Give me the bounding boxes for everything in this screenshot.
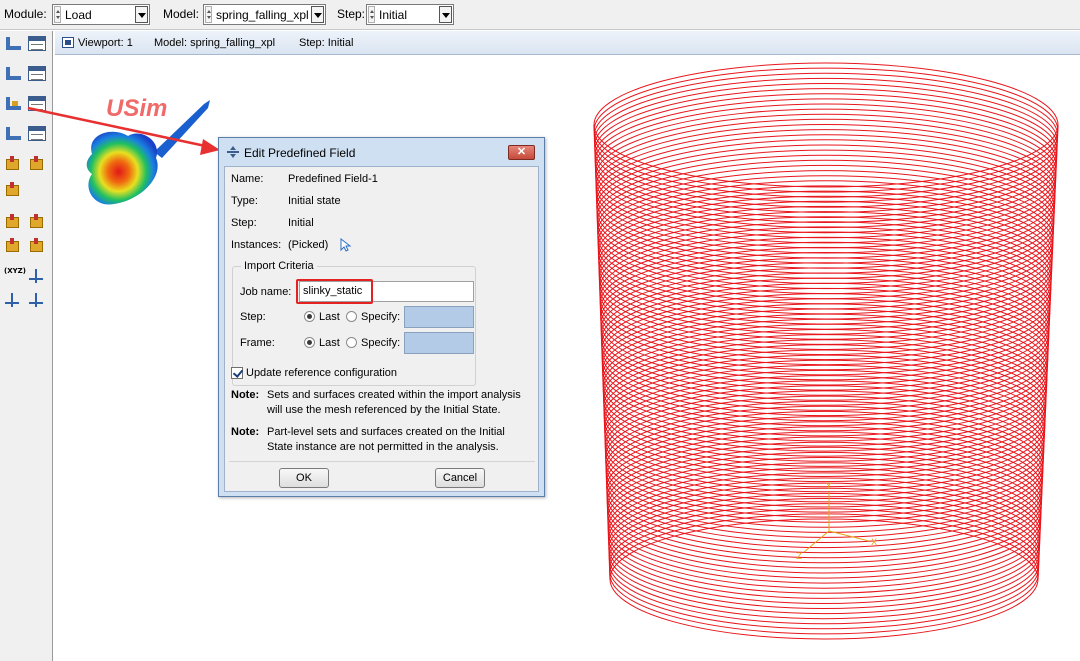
note1-line1: Sets and surfaces created within the imp…: [267, 389, 521, 401]
close-button[interactable]: ✕: [508, 145, 535, 160]
step-last-radio[interactable]: [304, 311, 315, 322]
update-reference-checkbox[interactable]: [231, 367, 243, 379]
instances-value: (Picked): [288, 239, 329, 251]
step-label: Step:: [231, 217, 257, 229]
import-step-label: Step:: [240, 311, 266, 323]
note-label: Note:: [231, 426, 260, 438]
frame-last-label: Last: [319, 337, 340, 349]
pick-cursor-icon[interactable]: [340, 238, 352, 252]
step-specify-radio[interactable]: [346, 311, 357, 322]
highlight-box: [296, 279, 373, 304]
note-label: Note:: [231, 389, 260, 401]
update-reference-label: Update reference configuration: [246, 367, 398, 379]
note2-line2: State instance are not permitted in the …: [267, 441, 499, 453]
edit-predefined-field-dialog: Edit Predefined Field ✕ Name: Predefined…: [218, 137, 545, 497]
dialog-body: Name: Predefined Field-1 Type: Initial s…: [224, 166, 539, 492]
predefined-field-icon: [227, 146, 239, 158]
instances-label: Instances:: [231, 239, 282, 251]
note2-line1: Part-level sets and surfaces created on …: [267, 426, 505, 438]
cancel-button[interactable]: Cancel: [435, 468, 485, 488]
type-label: Type:: [231, 195, 258, 207]
frame-specify-label: Specify:: [361, 337, 401, 349]
import-criteria-title: Import Criteria: [241, 260, 317, 272]
note1-line2: will use the mesh referenced by the Init…: [267, 404, 501, 416]
step-specify-label: Specify:: [361, 311, 401, 323]
name-value: Predefined Field-1: [288, 173, 378, 185]
frame-specify-input[interactable]: [404, 332, 474, 354]
dialog-title-bar[interactable]: Edit Predefined Field ✕: [219, 138, 544, 166]
dialog-title: Edit Predefined Field: [244, 146, 356, 160]
step-specify-input[interactable]: [404, 306, 474, 328]
separator: [229, 461, 535, 462]
job-name-label: Job name:: [240, 286, 292, 298]
ok-button[interactable]: OK: [279, 468, 329, 488]
frame-specify-radio[interactable]: [346, 337, 357, 348]
frame-last-radio[interactable]: [304, 337, 315, 348]
name-label: Name:: [231, 173, 264, 185]
step-value: Initial: [288, 217, 314, 229]
type-value: Initial state: [288, 195, 341, 207]
frame-label: Frame:: [240, 337, 275, 349]
step-last-label: Last: [319, 311, 340, 323]
